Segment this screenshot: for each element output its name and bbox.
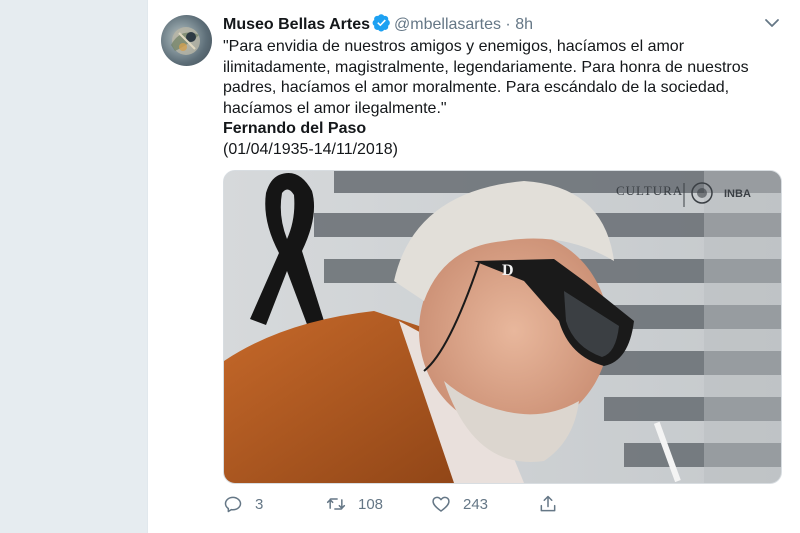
share-icon [540, 495, 556, 512]
tweet-card[interactable]: Museo Bellas Artes @mbellasartes · 8h "Pa… [147, 0, 800, 533]
separator: · [505, 16, 511, 33]
reply-button[interactable]: 3 [223, 490, 263, 518]
like-count: 243 [463, 495, 489, 513]
tweet-actions: 3 108 243 [223, 490, 643, 518]
tweet-text-line: padres, hacíamos el amor moralmente. Par… [223, 79, 730, 96]
glasses-logo-mark: D [502, 262, 514, 279]
timestamp[interactable]: 8h [515, 16, 533, 33]
avatar-image [171, 27, 200, 55]
heart-icon [432, 496, 450, 512]
author-name[interactable]: Museo Bellas Artes [223, 16, 370, 33]
avatar[interactable] [161, 15, 212, 66]
tweet-header: Museo Bellas Artes @mbellasartes · 8h [223, 13, 800, 35]
reply-icon [224, 496, 242, 513]
share-button[interactable] [538, 490, 558, 518]
logo-cultura: CULTURA [616, 183, 683, 198]
reply-count: 3 [255, 495, 264, 513]
tweet-media-image[interactable]: D CULTURA INBA [223, 170, 782, 484]
author-handle[interactable]: @mbellasartes [394, 16, 501, 33]
author-dates: (01/04/1935-14/11/2018) [223, 140, 398, 158]
verified-badge-icon [372, 13, 391, 39]
tweet-text: "Para envidia de nuestros amigos y enemi… [223, 37, 788, 160]
tweet-text-line: hacíamos el amor ilegalmente." [223, 99, 447, 117]
retweet-button[interactable]: 108 [326, 490, 383, 518]
tweet-text-line: ilimitadamente, magistralmente, legendar… [223, 58, 749, 76]
chevron-down-icon[interactable] [763, 14, 781, 32]
retweet-icon [326, 498, 346, 510]
retweet-count: 108 [358, 495, 384, 513]
memorial-photo: D CULTURA INBA [224, 171, 781, 483]
tweet-text-line: "Para envidia de nuestros amigos y enemi… [223, 38, 685, 55]
quote-author: Fernando del Paso [223, 120, 367, 137]
like-button[interactable]: 243 [431, 490, 488, 518]
logo-inba: INBA [724, 188, 751, 200]
